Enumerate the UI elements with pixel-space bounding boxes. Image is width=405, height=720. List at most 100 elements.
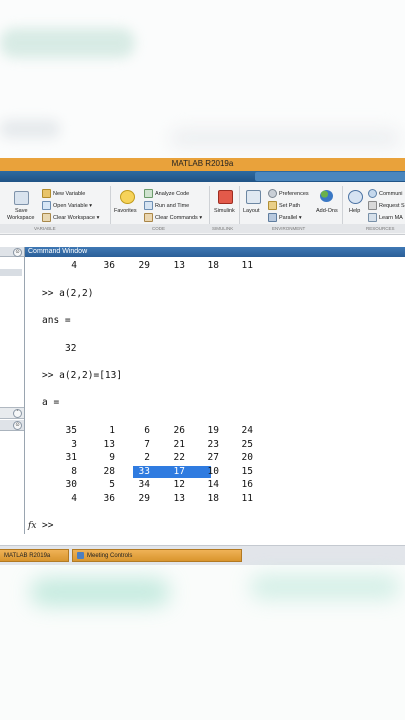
command-window-header: Command Window bbox=[25, 247, 405, 257]
save-workspace-button[interactable]: Save bbox=[15, 208, 28, 214]
blurred-shape bbox=[0, 120, 60, 138]
run-and-time-button[interactable]: Run and Time bbox=[144, 201, 189, 210]
current-folder-panel[interactable]: ⊙ ˄ ⊙ bbox=[0, 247, 25, 534]
matrix-cell: 16 bbox=[241, 479, 253, 491]
learn-matlab-link[interactable]: Learn MA bbox=[368, 213, 403, 222]
matrix-cell: 23 bbox=[207, 438, 219, 450]
run-and-time-icon bbox=[144, 201, 153, 210]
matrix-cell: 17 bbox=[173, 465, 185, 477]
matrix-cell: 5 bbox=[109, 479, 115, 491]
matrix-cell: 2 bbox=[144, 452, 150, 464]
community-icon bbox=[368, 189, 377, 198]
learn-icon bbox=[368, 213, 377, 222]
analyze-code-button[interactable]: Analyze Code bbox=[144, 189, 189, 198]
matrix-cell: 18 bbox=[207, 493, 219, 504]
matrix-cell: 15 bbox=[241, 465, 253, 477]
panel-divider[interactable]: ˄ bbox=[0, 407, 24, 419]
command-line: >> a(2,2)=[13] bbox=[42, 370, 123, 381]
window-titlebar: MATLAB R2019a bbox=[0, 158, 405, 171]
matrix-cell: 4 bbox=[71, 493, 77, 504]
toolstrip-section-labels: VARIABLE CODE SIMULINK ENVIRONMENT RESOU… bbox=[0, 224, 405, 233]
support-icon bbox=[368, 201, 377, 210]
matrix-cell: 28 bbox=[103, 465, 115, 477]
window-title: MATLAB R2019a bbox=[171, 159, 234, 168]
output-label: ans = bbox=[42, 315, 71, 326]
matrix-cell: 31 bbox=[65, 452, 77, 464]
folder-icon bbox=[268, 201, 277, 210]
matrix-cell: 34 bbox=[138, 479, 150, 491]
blurred-shape bbox=[30, 578, 170, 606]
taskbar-item-meeting-controls[interactable]: Meeting Controls bbox=[72, 549, 242, 562]
matrix-cell: 13 bbox=[103, 438, 115, 450]
request-support-link[interactable]: Request S bbox=[368, 201, 405, 210]
panel-options-icon[interactable]: ⊙ bbox=[13, 421, 22, 430]
matrix-cell: 25 bbox=[241, 438, 253, 450]
preferences-button[interactable]: Preferences bbox=[268, 189, 309, 198]
matrix-cell: 6 bbox=[144, 425, 150, 436]
blurred-shape bbox=[0, 28, 135, 58]
layout-button[interactable]: Layout bbox=[243, 208, 260, 214]
taskbar-item-matlab[interactable]: MATLAB R2019a bbox=[0, 549, 69, 562]
new-variable-icon bbox=[42, 189, 51, 198]
output-value: 32 bbox=[65, 343, 77, 354]
taskbar: MATLAB R2019a Meeting Controls bbox=[0, 545, 405, 566]
matrix-row: 3 13 7 21 23 25 bbox=[25, 439, 405, 452]
matrix-cell: 13 bbox=[173, 493, 185, 504]
previous-matrix-row: 4 36 29 13 18 11 bbox=[71, 260, 253, 271]
selected-file-row[interactable] bbox=[0, 269, 22, 276]
command-prompt[interactable]: >> bbox=[42, 520, 53, 531]
ribbon-tabs-bar[interactable] bbox=[0, 171, 405, 182]
simulink-button[interactable]: Simulink bbox=[214, 208, 235, 214]
favorites-button[interactable]: Favorites bbox=[114, 208, 137, 214]
clear-workspace-button[interactable]: Clear Workspace ▾ bbox=[42, 213, 99, 222]
meeting-icon bbox=[77, 552, 84, 559]
matrix-cell: 1 bbox=[109, 425, 115, 436]
function-browser-icon[interactable]: fx bbox=[28, 521, 36, 531]
parallel-button[interactable]: Parallel ▾ bbox=[268, 213, 302, 222]
analyze-code-icon bbox=[144, 189, 153, 198]
command-window[interactable]: Command Window 4 36 29 13 18 11 >> a(2,2… bbox=[25, 247, 405, 534]
matrix-row: 30 5 34 12 14 16 bbox=[25, 479, 405, 492]
matrix-cell: 22 bbox=[173, 452, 185, 464]
matrix-cell: 36 bbox=[103, 493, 115, 504]
parallel-icon bbox=[268, 213, 277, 222]
matrix-cell: 3 bbox=[71, 438, 77, 450]
section-label-variable: VARIABLE bbox=[34, 226, 56, 231]
simulink-icon bbox=[218, 190, 233, 204]
matrix-cell: 27 bbox=[207, 452, 219, 464]
command-window-title: Command Window bbox=[28, 248, 88, 255]
section-label-code: CODE bbox=[152, 226, 166, 231]
matrix-cell: 8 bbox=[71, 465, 77, 477]
set-path-button[interactable]: Set Path bbox=[268, 201, 300, 210]
matrix-cell: 29 bbox=[138, 493, 150, 504]
tab-strip-accent bbox=[255, 172, 405, 181]
community-link[interactable]: Communi bbox=[368, 189, 403, 198]
open-variable-icon bbox=[42, 201, 51, 210]
add-ons-button[interactable]: Add-Ons bbox=[316, 208, 338, 214]
clear-commands-icon bbox=[144, 213, 153, 222]
matrix-cell: 26 bbox=[173, 425, 185, 436]
save-workspace-label: Workspace bbox=[7, 215, 35, 221]
matrix-row: 8 28 33 17 10 15 bbox=[25, 465, 405, 479]
matrix-cell: 21 bbox=[173, 438, 185, 450]
matrix-cell: 9 bbox=[109, 452, 115, 464]
matrix-row: 35 1 6 26 19 24 bbox=[25, 425, 405, 438]
collapse-icon[interactable]: ˄ bbox=[13, 409, 22, 418]
section-label-environment: ENVIRONMENT bbox=[272, 226, 306, 231]
section-label-simulink: SIMULINK bbox=[212, 226, 234, 231]
save-workspace-icon bbox=[14, 191, 29, 205]
command-window-output[interactable]: 4 36 29 13 18 11 >> a(2,2) ans = 32 >> a… bbox=[25, 257, 405, 534]
open-variable-button[interactable]: Open Variable ▾ bbox=[42, 201, 92, 210]
matrix-cell: 35 bbox=[65, 425, 77, 436]
matrix-cell: 20 bbox=[241, 452, 253, 464]
matrix-cell: 7 bbox=[144, 438, 150, 450]
clear-commands-button[interactable]: Clear Commands ▾ bbox=[144, 213, 202, 222]
new-variable-button[interactable]: New Variable bbox=[42, 189, 85, 198]
clear-workspace-icon bbox=[42, 213, 51, 222]
panel-options-icon[interactable]: ⊙ bbox=[13, 248, 22, 257]
layout-icon bbox=[246, 190, 261, 204]
blurred-shape bbox=[170, 128, 400, 148]
matrix-cell: 11 bbox=[241, 493, 253, 504]
help-button[interactable]: Help bbox=[349, 208, 360, 214]
command-line: >> a(2,2) bbox=[42, 288, 94, 299]
